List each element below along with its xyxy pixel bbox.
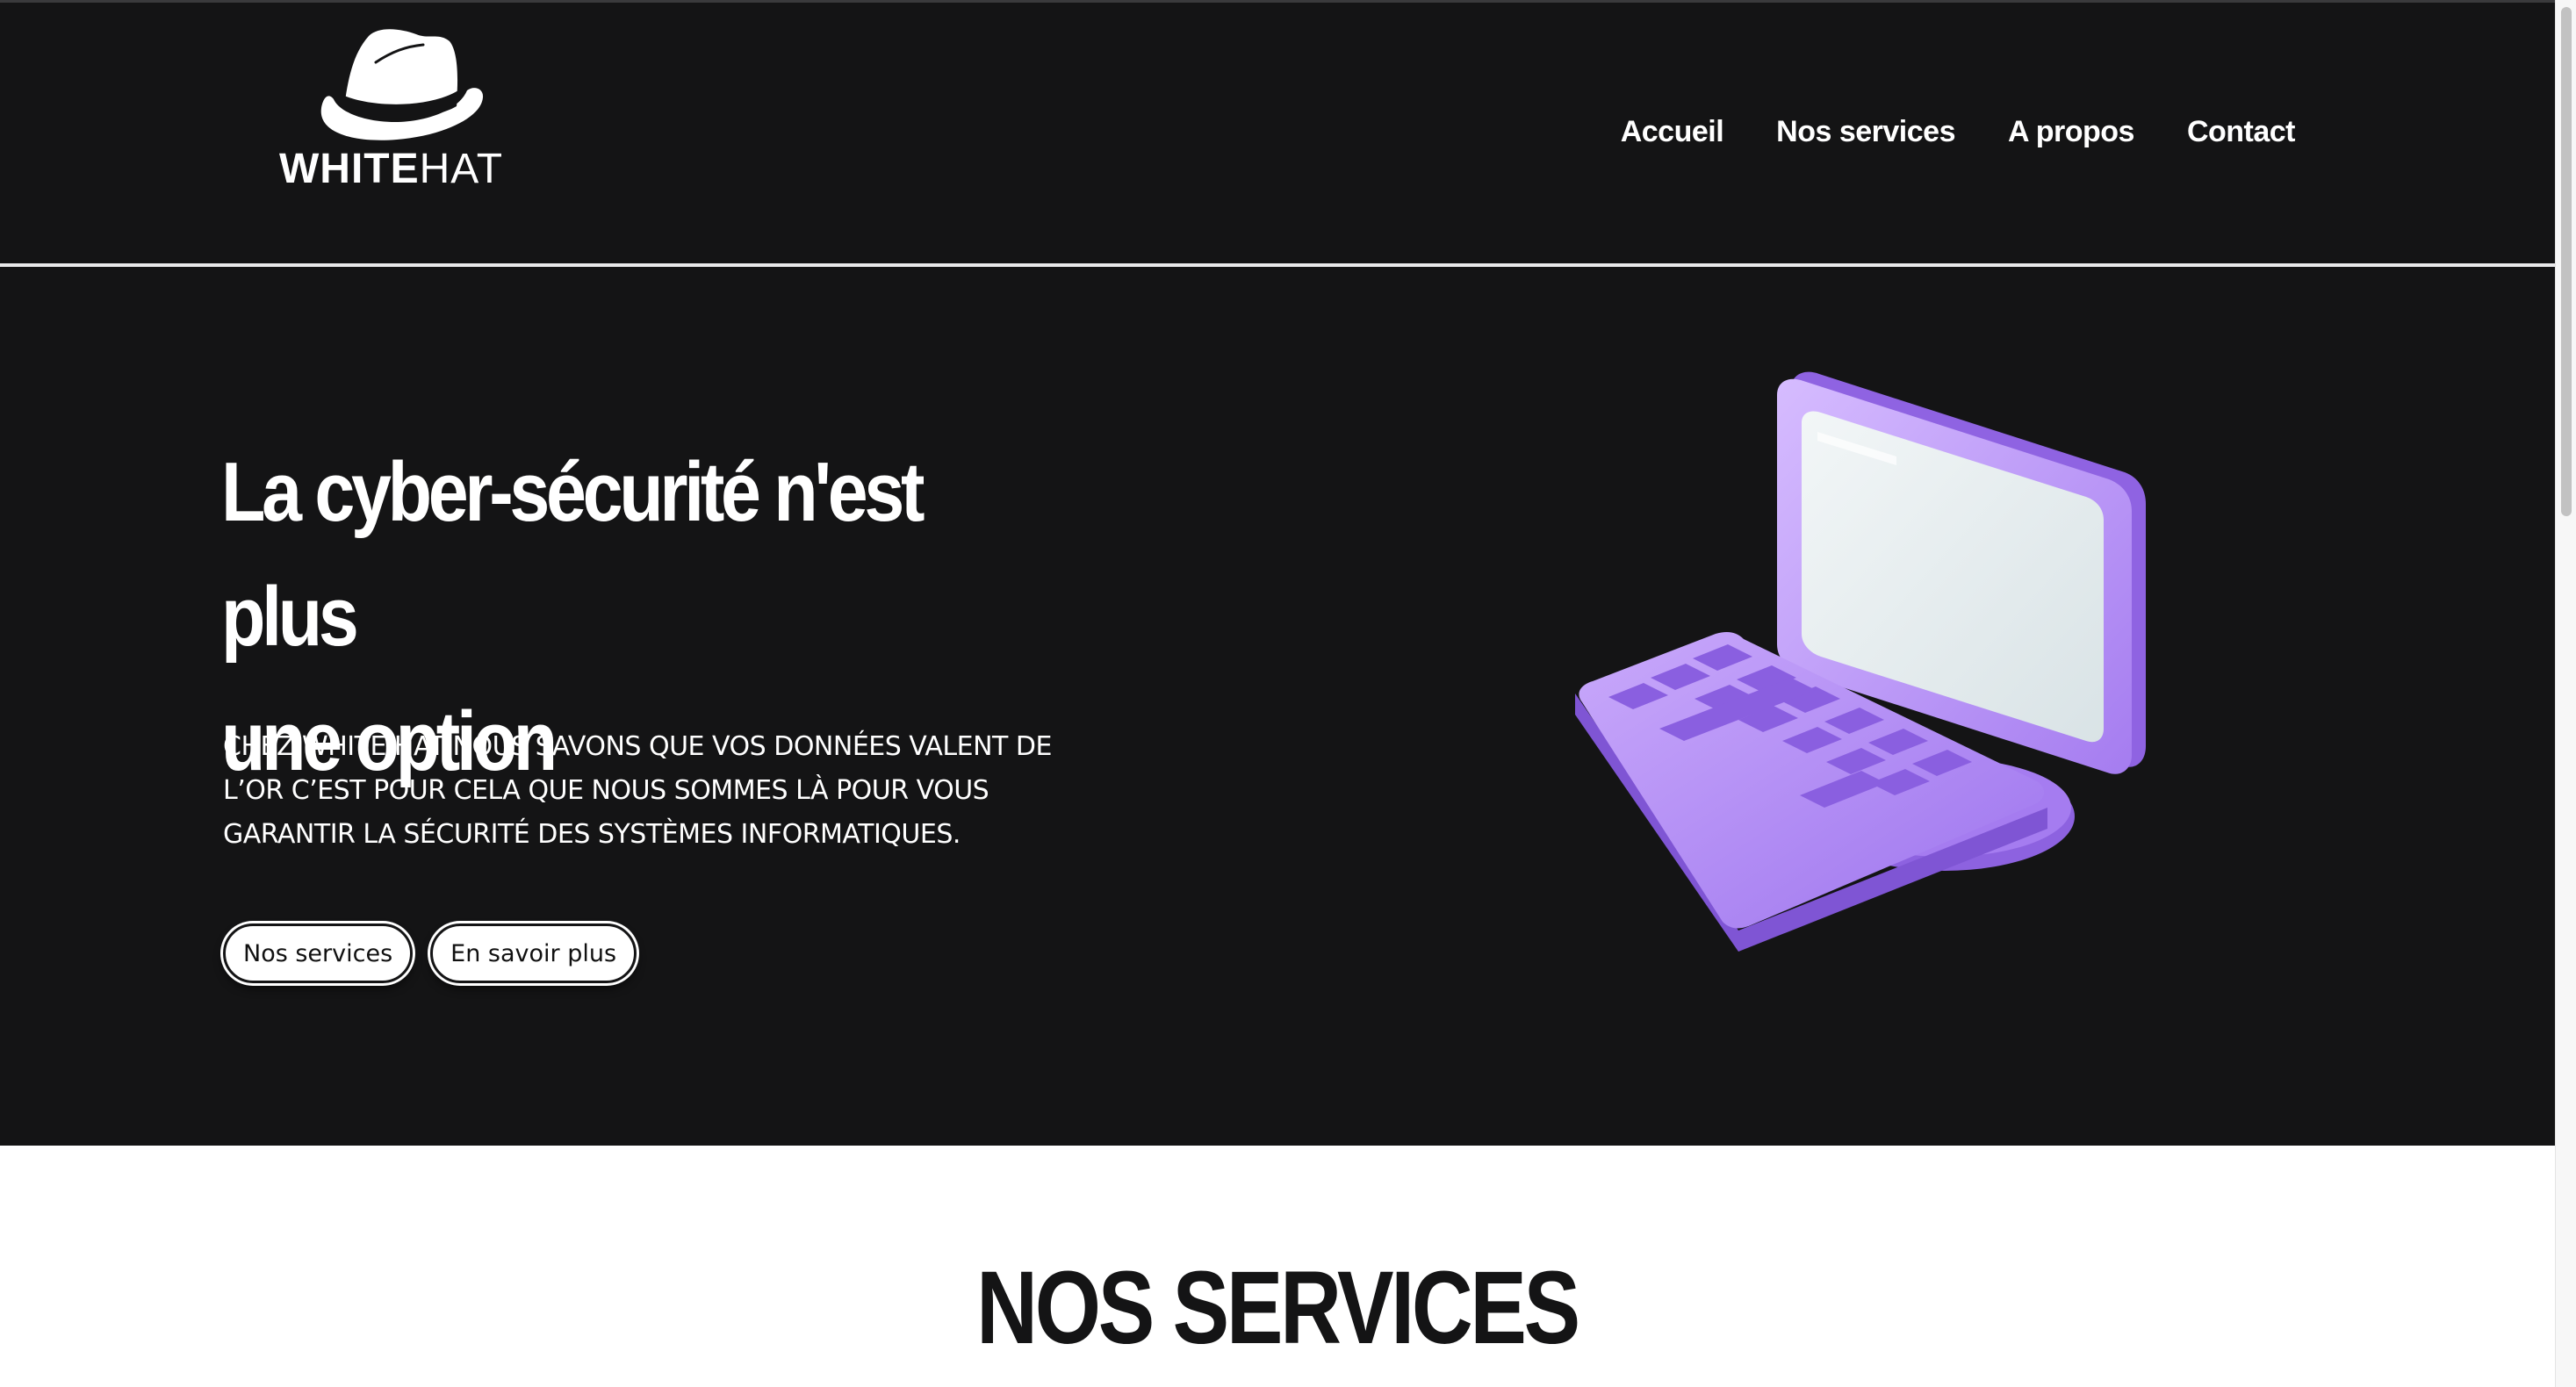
logo[interactable]: WHITEHAT xyxy=(279,27,534,194)
nos-services-button[interactable]: Nos services xyxy=(223,923,414,983)
nav-item-contact[interactable]: Contact xyxy=(2187,115,2296,149)
services-title-text: NOS SERVICES xyxy=(976,1250,1581,1366)
page: WHITEHAT Accueil Nos services A propos C… xyxy=(0,0,2555,1387)
main-nav: Accueil Nos services A propos Contact xyxy=(1621,115,2296,149)
logo-text-bold: WHITE xyxy=(279,146,420,192)
purple-computer-keyboard-icon xyxy=(1575,371,2146,952)
hero-title-line-1: La cyber-sécurité n'est plus xyxy=(221,445,925,664)
hero-description: CHEZ WHITE HAT NOUS SAVONS QUE VOS DONNÉ… xyxy=(223,731,1052,850)
nav-item-a-propos[interactable]: A propos xyxy=(2008,115,2134,149)
scrollbar-thumb[interactable] xyxy=(2561,7,2572,516)
site-header: WHITEHAT Accueil Nos services A propos C… xyxy=(0,0,2555,263)
hero-section: La cyber-sécurité n'est plus une option … xyxy=(0,267,2555,1146)
vertical-scrollbar[interactable] xyxy=(2555,0,2576,1387)
nav-item-nos-services[interactable]: Nos services xyxy=(1776,115,1955,149)
logo-text-thin: HAT xyxy=(419,146,504,192)
nav-item-accueil[interactable]: Accueil xyxy=(1621,115,1724,149)
services-section-title: NOS SERVICES xyxy=(0,1247,2555,1369)
hero-buttons: Nos services En savoir plus xyxy=(223,923,637,983)
logo-text: WHITEHAT xyxy=(279,145,534,194)
en-savoir-plus-button[interactable]: En savoir plus xyxy=(430,923,637,983)
fedora-hat-icon xyxy=(320,29,484,140)
